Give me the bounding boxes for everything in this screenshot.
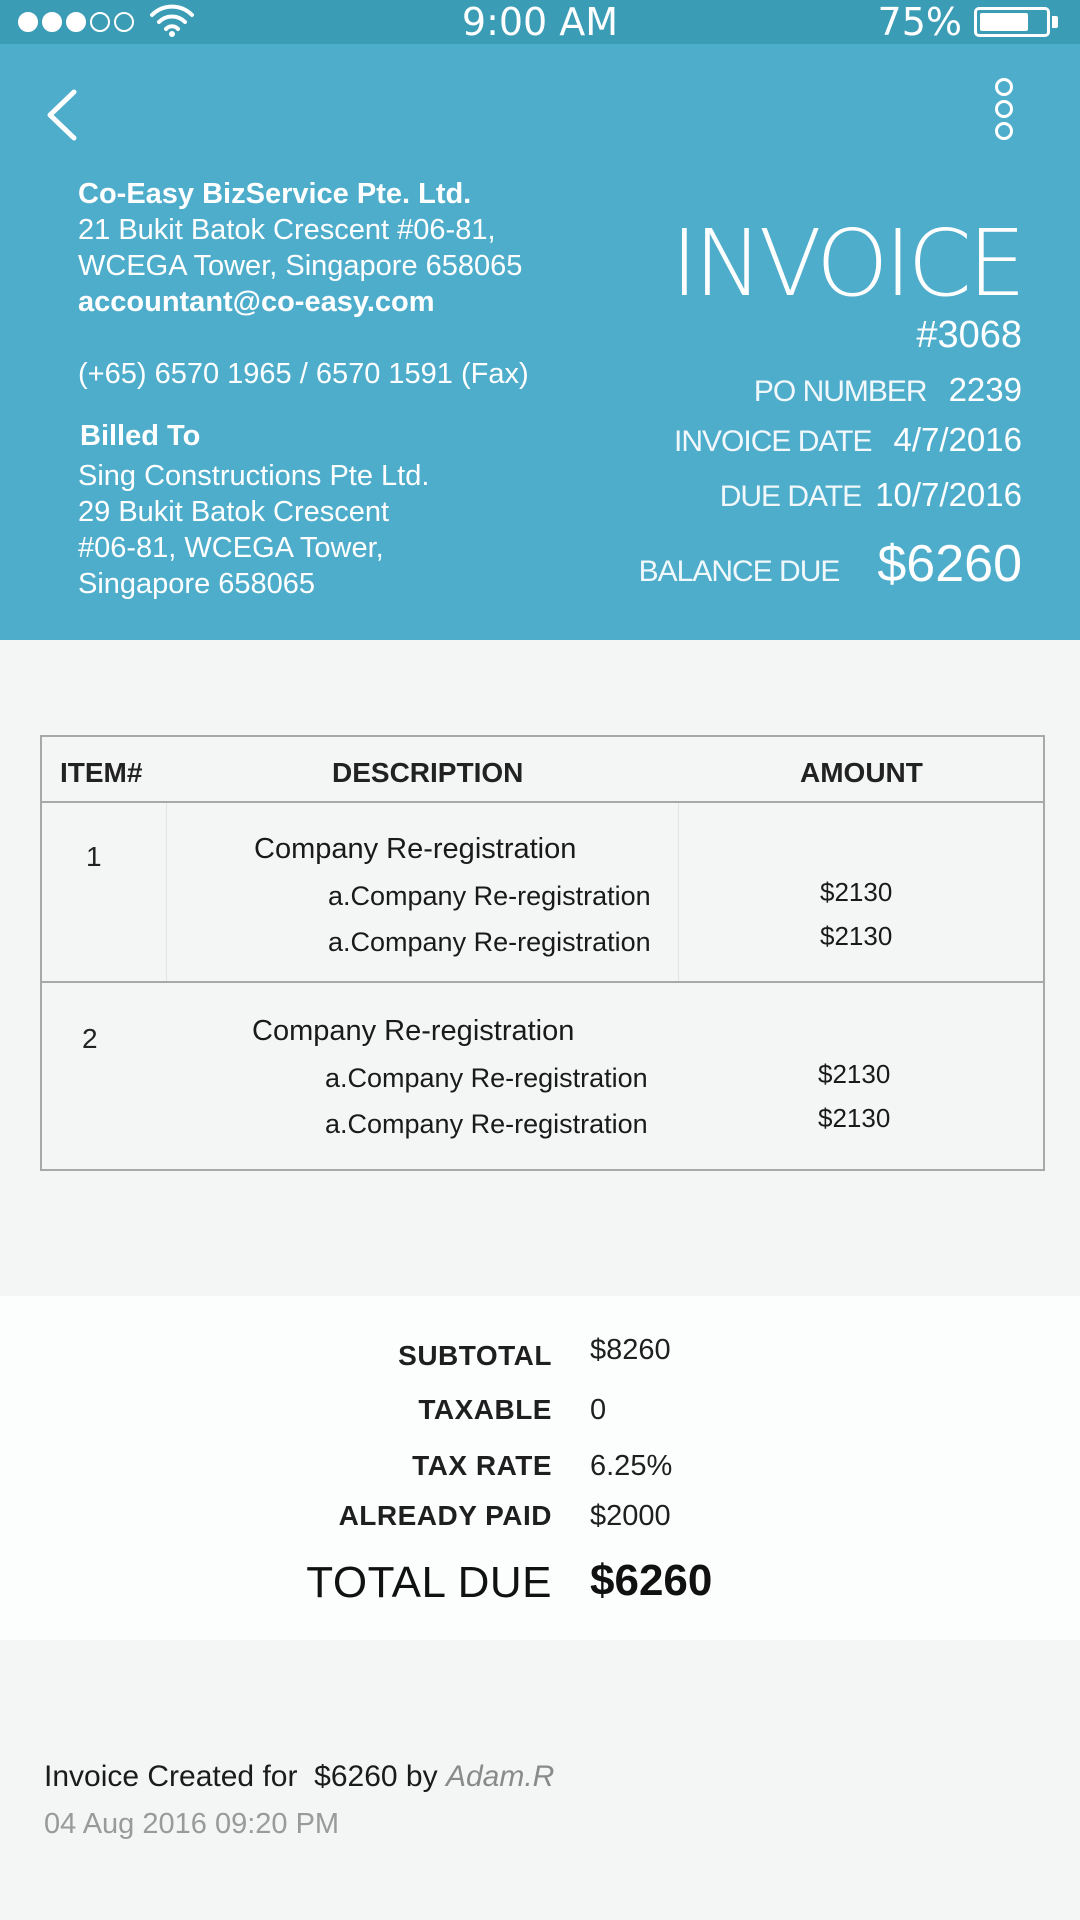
item-sub-description: a.Company Re-registration: [325, 1109, 648, 1139]
item-title: Company Re-registration: [254, 833, 577, 865]
due-date-label: DUE DATE: [719, 480, 862, 513]
activity-by: by: [405, 1760, 438, 1793]
tax-rate-value: 6.25%: [590, 1450, 673, 1482]
item-amount: $2130: [818, 1059, 891, 1089]
table-row[interactable]: 1 Company Re-registration a.Company Re-r…: [42, 803, 1043, 983]
totals-section: SUBTOTAL $8260 TAXABLE 0 TAX RATE 6.25% …: [0, 1296, 1080, 1640]
more-dot: [995, 100, 1013, 118]
battery-icon: [974, 7, 1050, 37]
total-due-value: $6260: [590, 1556, 713, 1605]
battery-percent: 75%: [877, 0, 962, 44]
balance-due-label: BALANCE DUE: [638, 555, 841, 588]
items-table: ITEM# DESCRIPTION AMOUNT 1 Company Re-re…: [40, 735, 1045, 1171]
due-date-row: DUE DATE 10/7/2016: [720, 476, 1022, 514]
billed-to-line2: 29 Bukit Batok Crescent: [78, 496, 390, 528]
battery-tip: [1052, 16, 1058, 28]
more-options-icon[interactable]: [986, 74, 1022, 150]
column-header-item: ITEM#: [60, 757, 143, 788]
billed-to-line1: Sing Constructions Pte Ltd.: [78, 460, 430, 492]
subtotal-value: $8260: [590, 1334, 671, 1366]
item-amount: $2130: [820, 921, 893, 951]
invoice-number: #3068: [916, 314, 1022, 356]
activity-entry: Invoice Created for $6260 by Adam.R: [44, 1760, 554, 1794]
column-divider: [678, 803, 679, 981]
invoice-date-label: INVOICE DATE: [674, 425, 872, 458]
item-number: 1: [86, 841, 102, 872]
company-address-line2: WCEGA Tower, Singapore 658065: [78, 250, 523, 282]
item-title: Company Re-registration: [252, 1015, 575, 1047]
item-amount: $2130: [820, 877, 893, 907]
item-amount: $2130: [818, 1103, 891, 1133]
company-phone[interactable]: (+65) 6570 1965 / 6570 1591 (Fax): [78, 356, 598, 392]
billed-to-line4: Singapore 658065: [78, 568, 316, 600]
activity-author[interactable]: Adam.R: [446, 1760, 554, 1793]
tax-rate-label: TAX RATE: [412, 1450, 552, 1481]
taxable-label: TAXABLE: [418, 1394, 552, 1425]
status-bar: 9:00 AM 75%: [0, 0, 1080, 44]
balance-due-value: $6260: [877, 535, 1022, 593]
column-header-description: DESCRIPTION: [332, 757, 524, 788]
billed-to-line3: #06-81, WCEGA Tower,: [78, 532, 384, 564]
table-header: ITEM# DESCRIPTION AMOUNT: [42, 737, 1043, 803]
item-sub-description: a.Company Re-registration: [328, 927, 651, 957]
column-header-amount: AMOUNT: [800, 757, 923, 788]
activity-prefix: Invoice Created for: [44, 1760, 298, 1793]
already-paid-label: ALREADY PAID: [338, 1500, 552, 1531]
po-number-label: PO NUMBER: [753, 375, 928, 408]
invoice-header: Co-Easy BizService Pte. Ltd. 21 Bukit Ba…: [0, 44, 1080, 640]
column-divider: [166, 803, 167, 981]
company-email[interactable]: accountant@co-easy.com: [78, 284, 598, 320]
subtotal-label: SUBTOTAL: [398, 1340, 552, 1371]
billed-to-label: Billed To: [80, 420, 201, 452]
taxable-value: 0: [590, 1394, 607, 1426]
item-sub-description: a.Company Re-registration: [328, 881, 651, 911]
po-number-row: PO NUMBER 2239: [754, 371, 1022, 409]
due-date-value: 10/7/2016: [875, 476, 1022, 513]
balance-due-row: BALANCE DUE $6260: [639, 534, 1022, 594]
activity-timestamp: 04 Aug 2016 09:20 PM: [44, 1808, 340, 1840]
company-name: Co-Easy BizService Pte. Ltd.: [78, 178, 472, 210]
company-info: Co-Easy BizService Pte. Ltd. 21 Bukit Ba…: [78, 176, 598, 392]
item-sub-description: a.Company Re-registration: [325, 1063, 648, 1093]
already-paid-value: $2000: [590, 1500, 671, 1532]
battery-level: [980, 13, 1028, 31]
more-dot: [995, 122, 1013, 140]
billed-to: Billed To Sing Constructions Pte Ltd. 29…: [78, 418, 598, 602]
item-number: 2: [82, 1023, 98, 1054]
activity-amount: $6260: [314, 1760, 398, 1793]
activity-log: Invoice Created for $6260 by Adam.R 04 A…: [44, 1760, 554, 1841]
total-due-label: TOTAL DUE: [306, 1558, 552, 1607]
po-number-value: 2239: [948, 371, 1022, 408]
invoice-title: INVOICE: [670, 210, 1026, 317]
back-button[interactable]: [36, 80, 92, 150]
more-dot: [995, 78, 1013, 96]
invoice-date-value: 4/7/2016: [893, 421, 1022, 458]
table-row[interactable]: 2 Company Re-registration a.Company Re-r…: [42, 985, 1043, 1165]
invoice-date-row: INVOICE DATE 4/7/2016: [674, 421, 1022, 459]
company-address-line1: 21 Bukit Batok Crescent #06-81,: [78, 214, 496, 246]
